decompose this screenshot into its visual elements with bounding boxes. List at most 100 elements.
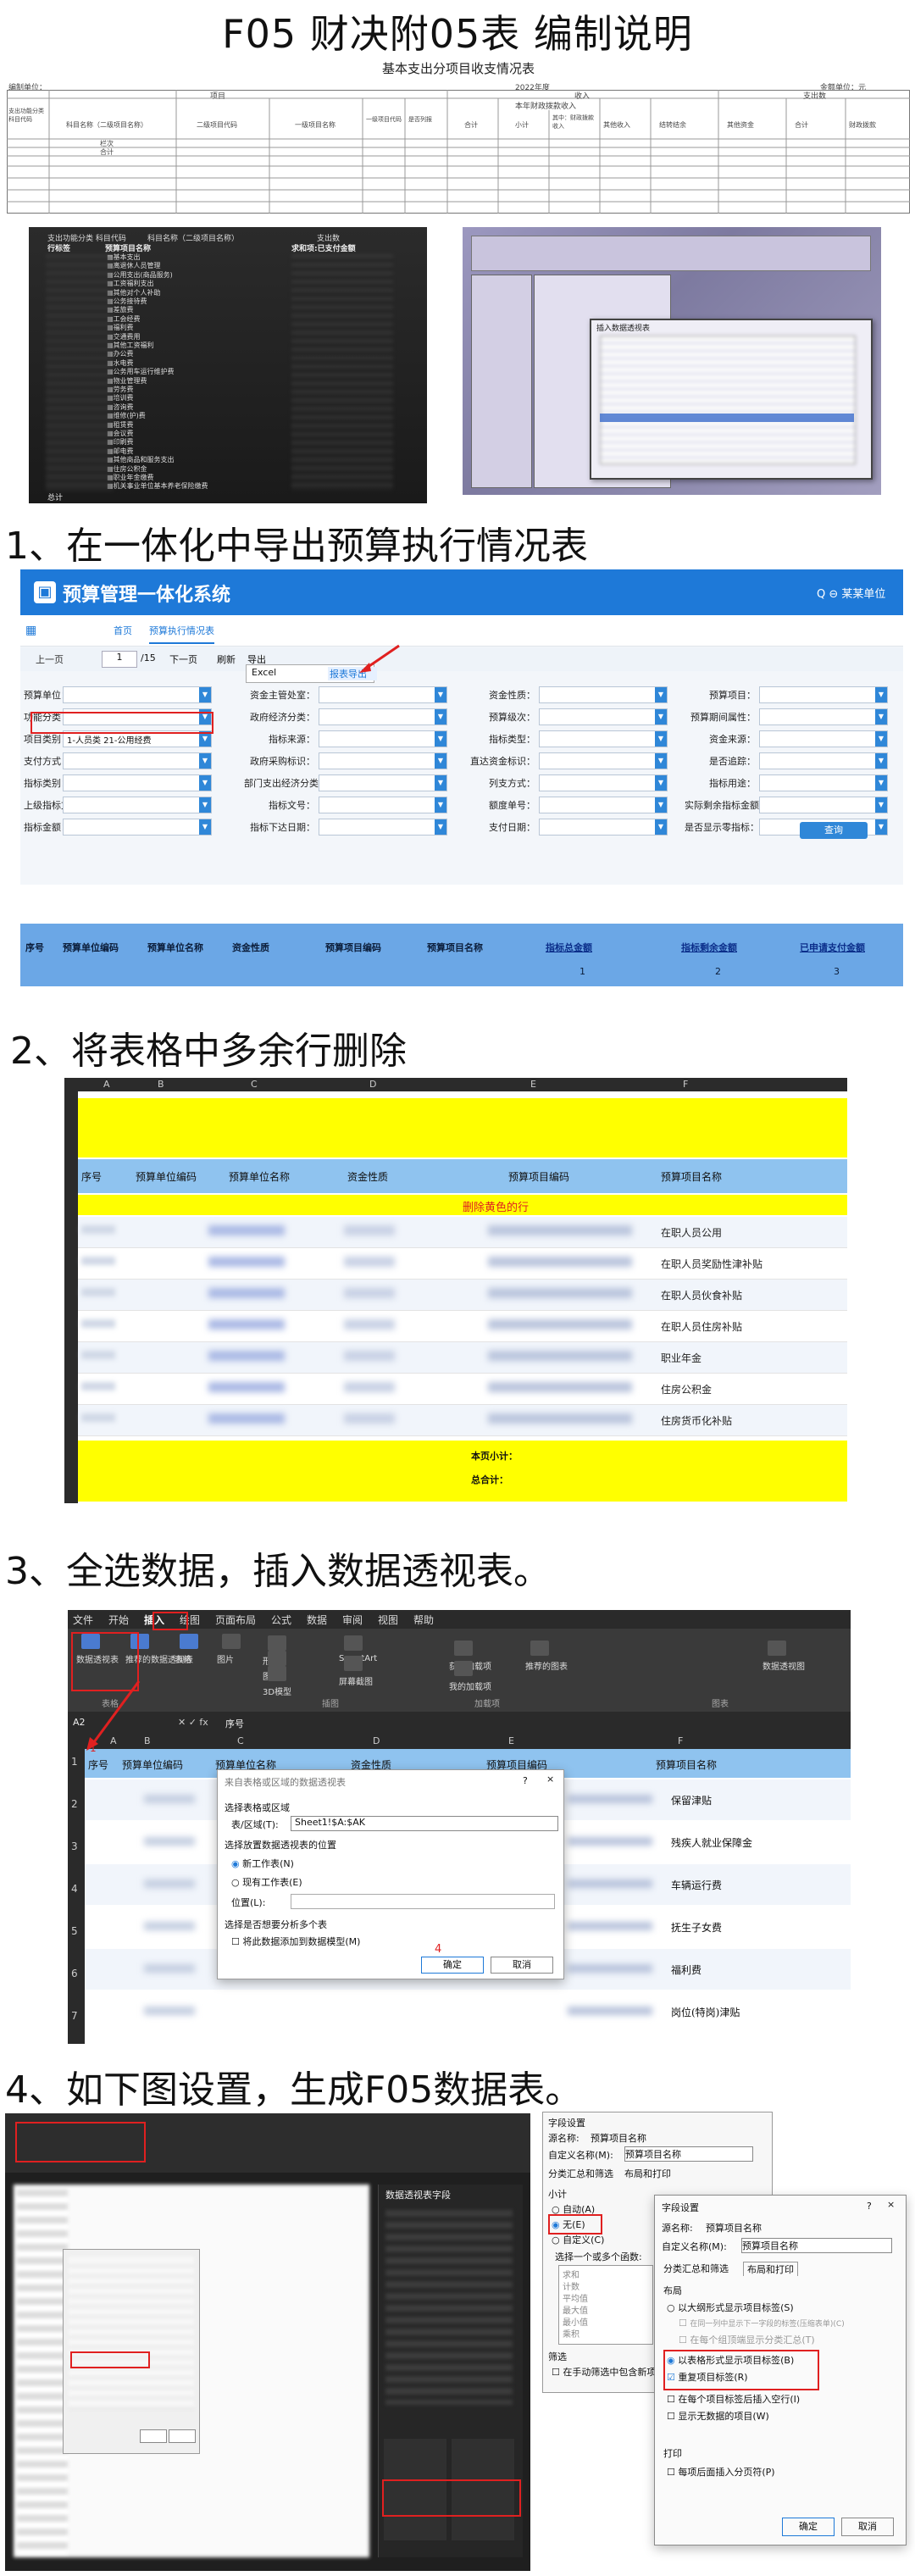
column-letter[interactable]: D bbox=[369, 1079, 376, 1090]
ribbon-button[interactable] bbox=[268, 1666, 286, 1681]
ribbon-tab[interactable]: 数据 bbox=[307, 1613, 327, 1627]
filter-field[interactable]: ▼ bbox=[539, 797, 668, 813]
grid-header-cell[interactable]: 预算项目名称 bbox=[427, 941, 483, 954]
column-letter[interactable]: F bbox=[683, 1079, 688, 1090]
function-option[interactable]: 最小值 bbox=[563, 2315, 588, 2328]
ribbon-button[interactable] bbox=[268, 1651, 286, 1666]
filter-field[interactable]: ▼ bbox=[539, 819, 668, 836]
grid-header-cell[interactable]: 预算单位编码 bbox=[63, 941, 119, 954]
nav-tab-budget[interactable]: 预算执行情况表 bbox=[149, 624, 214, 644]
project-name-cell[interactable]: 在职人员奖励性津补贴 bbox=[661, 1257, 762, 1271]
fs2-opt1a[interactable]: ☐ 在同一列中显示下一字段的标签(压缩表单)(C) bbox=[679, 2318, 845, 2329]
grid-menu-icon[interactable]: ▦ bbox=[25, 624, 36, 637]
filter-field[interactable]: ▼ bbox=[319, 819, 447, 836]
ribbon-tab[interactable]: 公式 bbox=[271, 1613, 291, 1627]
fs1-custom-input[interactable]: 预算项目名称 bbox=[624, 2146, 753, 2162]
sheet-header-cell[interactable]: 预算单位编码 bbox=[136, 1169, 197, 1184]
ribbon-button[interactable] bbox=[454, 1661, 473, 1676]
fs2-custom-input[interactable]: 预算项目名称 bbox=[741, 2238, 892, 2253]
ribbon-tab[interactable]: 视图 bbox=[378, 1613, 398, 1627]
prev-page-button[interactable]: 上一页 bbox=[36, 652, 64, 666]
fs2-ok-button[interactable]: 确定 bbox=[782, 2518, 835, 2536]
ribbon-tab[interactable]: 文件 bbox=[73, 1613, 93, 1627]
fs2-opt1[interactable]: ○ 以大纲形式显示项目标签(S) bbox=[667, 2301, 794, 2314]
pivot-opt-existing[interactable]: ○ 现有工作表(E) bbox=[231, 1875, 302, 1889]
fs2-cancel-button[interactable]: 取消 bbox=[841, 2518, 894, 2536]
filter-field[interactable]: ▼ bbox=[63, 797, 212, 813]
fs1-custom[interactable]: ○ 自定义(C) bbox=[552, 2233, 604, 2246]
column-letter[interactable]: E bbox=[508, 1735, 514, 1746]
ribbon-button[interactable] bbox=[530, 1641, 549, 1656]
column-letter[interactable]: F bbox=[678, 1735, 683, 1746]
project-name-cell[interactable]: 保留津贴 bbox=[671, 1793, 712, 1807]
filter-field[interactable]: ▼ bbox=[63, 686, 212, 703]
grid-header-cell[interactable]: 已申请支付金额 bbox=[800, 941, 865, 954]
page-input[interactable]: 1 bbox=[102, 651, 137, 668]
filter-field[interactable]: ▼ bbox=[319, 686, 447, 703]
filter-field[interactable]: ▼ bbox=[319, 730, 447, 747]
fs2-tab-subtotal[interactable]: 分类汇总和筛选 bbox=[663, 2262, 729, 2275]
filter-field[interactable]: ▼ bbox=[539, 686, 668, 703]
filter-field[interactable]: ▼ bbox=[759, 686, 888, 703]
pivot-dialog-close[interactable]: × bbox=[546, 1774, 554, 1785]
ribbon-tab[interactable]: 开始 bbox=[108, 1613, 129, 1627]
refresh-button[interactable]: 刷新 bbox=[217, 652, 236, 666]
column-letter[interactable]: E bbox=[530, 1079, 536, 1090]
fs1-tab-subtotal[interactable]: 分类汇总和筛选 bbox=[548, 2167, 613, 2180]
sheet-header-cell[interactable]: 序号 bbox=[88, 1757, 108, 1772]
grid-header-cell[interactable]: 指标剩余金额 bbox=[681, 941, 737, 954]
filter-field[interactable]: ▼ bbox=[319, 774, 447, 791]
sheet-header-cell[interactable]: 序号 bbox=[81, 1169, 102, 1184]
grid-header-cell[interactable]: 指标总金额 bbox=[546, 941, 592, 954]
project-name-cell[interactable]: 残疾人就业保障金 bbox=[671, 1835, 752, 1850]
sheet-header-cell[interactable]: 资金性质 bbox=[347, 1169, 388, 1184]
filter-field[interactable]: ▼ bbox=[759, 752, 888, 769]
pivot-pos-input[interactable] bbox=[291, 1894, 555, 1909]
fs2-print-chk[interactable]: ☐ 每项后面插入分页符(P) bbox=[667, 2465, 775, 2479]
filter-field[interactable]: ▼ bbox=[63, 774, 212, 791]
grid-header-cell[interactable]: 序号 bbox=[25, 941, 44, 954]
filter-field[interactable]: ▼ bbox=[319, 752, 447, 769]
filter-field[interactable]: ▼ bbox=[539, 774, 668, 791]
project-name-cell[interactable]: 车辆运行费 bbox=[671, 1878, 722, 1892]
function-option[interactable]: 最大值 bbox=[563, 2303, 588, 2316]
grid-header-cell[interactable]: 预算单位名称 bbox=[147, 941, 203, 954]
ribbon-button[interactable] bbox=[344, 1656, 363, 1671]
project-name-cell[interactable]: 在职人员住房补贴 bbox=[661, 1319, 742, 1334]
nav-home[interactable]: 首页 bbox=[114, 624, 132, 637]
filter-field[interactable]: ▼ bbox=[759, 708, 888, 725]
project-name-cell[interactable]: 职业年金 bbox=[661, 1351, 702, 1365]
filter-field[interactable]: ▼ bbox=[319, 708, 447, 725]
sheet-header-cell[interactable]: 预算项目编码 bbox=[508, 1169, 569, 1184]
project-name-cell[interactable]: 住房公积金 bbox=[661, 1382, 712, 1396]
pivot-cancel-button[interactable]: 取消 bbox=[491, 1957, 553, 1974]
pivot-dialog-help[interactable]: ? bbox=[523, 1775, 528, 1786]
project-name-cell[interactable]: 在职人员公用 bbox=[661, 1225, 722, 1240]
fs2-opt3[interactable]: ☐ 在每个项目标签后插入空行(I) bbox=[667, 2392, 800, 2406]
filter-field[interactable]: ▼ bbox=[759, 797, 888, 813]
sheet-header-cell[interactable]: 预算项目名称 bbox=[661, 1169, 722, 1184]
fs2-close[interactable]: × bbox=[887, 2199, 895, 2210]
project-name-cell[interactable]: 抚生子女费 bbox=[671, 1920, 722, 1935]
grid-header-cell[interactable]: 资金性质 bbox=[232, 941, 269, 954]
filter-field[interactable]: ▼ bbox=[759, 774, 888, 791]
sheet-header-cell[interactable]: 预算项目名称 bbox=[656, 1757, 717, 1772]
column-letter[interactable]: D bbox=[373, 1735, 380, 1746]
column-letter[interactable]: A bbox=[103, 1079, 110, 1090]
filter-field[interactable]: ▼ bbox=[539, 708, 668, 725]
ribbon-button[interactable] bbox=[180, 1634, 198, 1649]
pivot-range-input[interactable]: Sheet1!$A:$AK bbox=[291, 1816, 558, 1831]
project-name-cell[interactable]: 岗位(特岗)津贴 bbox=[671, 2005, 740, 2019]
app-user[interactable]: Q ⊖ 某某单位 bbox=[817, 585, 885, 601]
fs2-help[interactable]: ? bbox=[867, 2201, 872, 2212]
filter-field[interactable]: ▼ bbox=[63, 752, 212, 769]
project-name-cell[interactable]: 住房货币化补贴 bbox=[661, 1413, 732, 1428]
ribbon-button[interactable] bbox=[344, 1635, 363, 1651]
ribbon-button[interactable] bbox=[454, 1641, 473, 1656]
project-name-cell[interactable]: 在职人员伙食补贴 bbox=[661, 1288, 742, 1302]
fs2-tab-layout[interactable]: 布局和打印 bbox=[743, 2262, 798, 2276]
fs1-tab-layout[interactable]: 布局和打印 bbox=[624, 2167, 671, 2180]
pivot-data-model[interactable]: ☐ 将此数据添加到数据模型(M) bbox=[231, 1935, 360, 1948]
sheet-header-cell[interactable]: 预算单位名称 bbox=[229, 1169, 290, 1184]
filter-field[interactable]: ▼ bbox=[319, 797, 447, 813]
